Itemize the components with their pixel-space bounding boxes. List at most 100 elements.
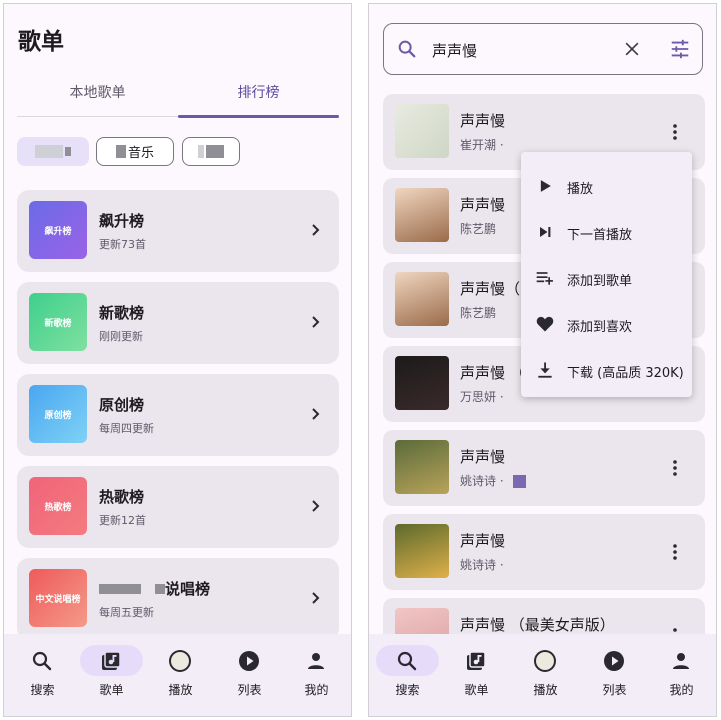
chart-name-text: 说唱榜 — [165, 580, 211, 598]
chart-name: 说唱榜 — [99, 578, 210, 599]
menu-label: 下一首播放 — [567, 228, 633, 243]
chart-card[interactable]: 原创榜 原创榜 每周四更新 — [17, 374, 339, 456]
more-vert-icon[interactable] — [673, 460, 677, 476]
nav-label: 列表 — [237, 683, 262, 697]
song-artist-text: 姚诗诗 · — [460, 558, 504, 572]
chart-cover: 热歌榜 — [29, 477, 87, 535]
nav-profile[interactable]: 我的 — [282, 634, 351, 716]
menu-label: 添加到喜欢 — [567, 320, 633, 335]
nav-label: 播放 — [168, 683, 193, 697]
more-vert-icon[interactable] — [673, 544, 677, 560]
page-title: 歌单 — [18, 29, 64, 55]
song-title: 声声慢 （ — [460, 364, 525, 382]
playlist-icon — [102, 651, 121, 670]
chart-card[interactable]: 新歌榜 新歌榜 刚刚更新 — [17, 282, 339, 364]
chevron-right-icon — [312, 500, 320, 512]
disc-icon — [169, 650, 191, 672]
quality-badge — [513, 475, 527, 488]
nav-label: 搜索 — [395, 683, 420, 697]
redacted-text — [35, 145, 63, 158]
menu-item-play-next[interactable]: 下一首播放 — [521, 209, 692, 255]
search-icon — [397, 651, 417, 671]
nav-playlist[interactable]: 歌单 — [442, 634, 511, 716]
filter-chip-selected[interactable] — [17, 137, 89, 166]
person-icon — [673, 653, 689, 669]
song-cover — [395, 440, 449, 494]
menu-label: 播放 — [567, 182, 594, 197]
chevron-right-icon — [312, 592, 320, 604]
menu-label: 下载 (高品质 320K) — [567, 366, 684, 381]
nav-label: 歌单 — [464, 683, 489, 697]
chevron-right-icon — [312, 224, 320, 236]
context-menu: 播放 下一首播放 添加到歌单 添加到喜欢 下载 (高品质 320K) — [521, 152, 692, 397]
nav-playlist[interactable]: 歌单 — [77, 634, 146, 716]
song-cover — [395, 272, 449, 326]
song-row[interactable]: 声声慢姚诗诗 · — [383, 430, 705, 506]
chart-subtitle: 更新12首 — [99, 514, 146, 527]
filter-icon[interactable] — [669, 38, 691, 60]
chart-card[interactable]: 中文说唱榜 说唱榜 每周五更新 — [17, 558, 339, 640]
nav-search[interactable]: 搜索 — [373, 634, 442, 716]
song-row[interactable]: 声声慢 姚诗诗 · — [383, 514, 705, 590]
redacted-text — [99, 584, 141, 594]
menu-item-download[interactable]: 下载 (高品质 320K) — [521, 347, 692, 393]
chevron-right-icon — [312, 408, 320, 420]
search-icon — [32, 651, 52, 671]
song-cover — [395, 104, 449, 158]
nav-play[interactable]: 播放 — [146, 634, 215, 716]
chart-subtitle: 每周五更新 — [99, 606, 154, 619]
tab-rankings[interactable]: 排行榜 — [178, 76, 339, 116]
chart-cover: 新歌榜 — [29, 293, 87, 351]
nav-queue[interactable]: 列表 — [215, 634, 284, 716]
nav-label: 播放 — [533, 683, 558, 697]
tab-local-playlists[interactable]: 本地歌单 — [17, 76, 178, 116]
nav-play[interactable]: 播放 — [511, 634, 580, 716]
filter-chip-music[interactable]: 音乐 — [96, 137, 174, 166]
chart-card[interactable]: 热歌榜 热歌榜 更新12首 — [17, 466, 339, 548]
bottom-nav: 搜索 歌单 播放 列表 我的 — [4, 634, 351, 716]
nav-label: 我的 — [669, 683, 694, 697]
chart-subtitle: 刚刚更新 — [99, 330, 143, 343]
song-artist: 陈艺鹏 — [460, 304, 496, 321]
close-icon[interactable] — [622, 39, 642, 59]
playlist-screen: 歌单 本地歌单 排行榜 音乐 飙升榜 飙升榜 更新73首 新歌榜 新歌榜 刚刚更新 原创榜原… — [3, 3, 352, 717]
skip-next-icon — [540, 227, 551, 237]
more-vert-icon[interactable] — [673, 124, 677, 140]
play-circle-icon — [604, 651, 624, 671]
song-artist: 姚诗诗 · — [460, 472, 527, 489]
disc-icon — [534, 650, 556, 672]
heart-icon — [536, 316, 554, 332]
chart-name: 新歌榜 — [99, 304, 145, 322]
search-bar[interactable]: 声声慢 — [383, 23, 703, 75]
song-artist: 崔开潮 · — [460, 136, 504, 153]
menu-item-add-to-playlist[interactable]: 添加到歌单 — [521, 255, 692, 301]
redacted-text — [198, 145, 204, 158]
play-circle-icon — [239, 651, 259, 671]
nav-search[interactable]: 搜索 — [8, 634, 77, 716]
download-icon — [538, 362, 552, 378]
menu-item-play[interactable]: 播放 — [521, 163, 692, 209]
nav-label: 搜索 — [30, 683, 55, 697]
song-title: 声声慢 — [460, 448, 506, 466]
chart-card[interactable]: 飙升榜 飙升榜 更新73首 — [17, 190, 339, 272]
filter-chip[interactable] — [182, 137, 240, 166]
song-artist-text: 陈艺鹏 — [460, 306, 497, 320]
chevron-right-icon — [312, 316, 320, 328]
menu-item-favorite[interactable]: 添加到喜欢 — [521, 301, 692, 347]
nav-label: 歌单 — [99, 683, 124, 697]
playlist-add-icon — [536, 272, 553, 285]
chart-subtitle: 更新73首 — [99, 238, 146, 251]
chart-name: 热歌榜 — [99, 488, 145, 506]
chart-name: 飙升榜 — [99, 212, 145, 230]
nav-profile[interactable]: 我的 — [647, 634, 716, 716]
song-artist-text: 陈艺鹏 — [460, 222, 497, 236]
song-artist-text: 姚诗诗 · — [460, 474, 508, 488]
tab-bar: 本地歌单 排行榜 — [17, 76, 339, 118]
nav-label: 列表 — [602, 683, 627, 697]
search-input[interactable]: 声声慢 — [432, 40, 477, 61]
nav-queue[interactable]: 列表 — [580, 634, 649, 716]
search-screen: 声声慢 声声慢 崔开潮 · 声声慢 陈艺鹏 声声慢（ 陈艺鹏 声声慢 （万思妍 · 声声慢… — [368, 3, 717, 717]
chip-label: 音乐 — [127, 146, 154, 161]
song-title: 声声慢 （最美女声版） — [460, 616, 615, 634]
redacted-text — [206, 145, 224, 158]
